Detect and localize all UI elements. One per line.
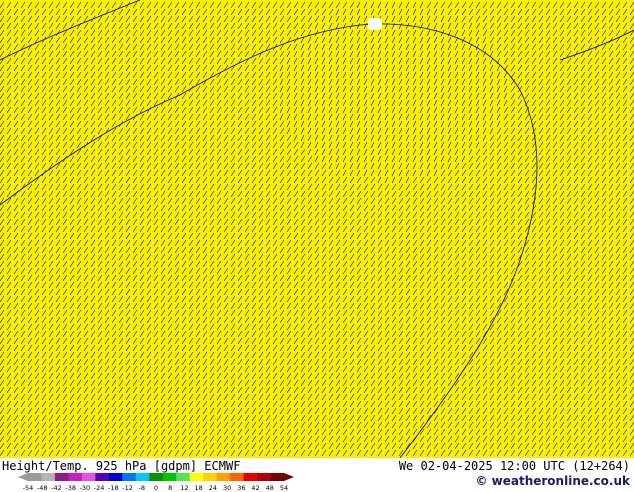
map-title: Height/Temp. 925 hPa [gdpm] ECMWF	[2, 459, 241, 473]
colorbar-segment	[135, 473, 150, 481]
colorbar-tick-label: 8	[168, 484, 173, 492]
colorbar-tick-label: 30	[222, 484, 232, 492]
colorbar-tick-label: -54	[22, 484, 34, 492]
colorbar-segment	[216, 473, 231, 481]
colorbar	[18, 473, 294, 481]
colorbar-segment	[68, 473, 83, 481]
colorbar-tick-label: 54	[279, 484, 289, 492]
colorbar-tick-label: 12	[180, 484, 189, 492]
credit-link[interactable]: © weatheronline.co.uk	[475, 474, 630, 488]
map-footer: Height/Temp. 925 hPa [gdpm] ECMWF We 02-…	[0, 458, 634, 492]
colorbar-tick-label: -18	[108, 484, 119, 492]
colorbar-tick-label: -30	[79, 484, 91, 492]
colorbar-segment	[122, 473, 137, 481]
colorbar-tick-label: 18	[194, 484, 203, 492]
colorbar-tick-label: -42	[51, 484, 62, 492]
colorbar-segment	[243, 473, 258, 481]
low-pressure-marker	[368, 18, 382, 30]
colorbar-segment	[108, 473, 123, 481]
colorbar-tick-label: 48	[265, 484, 274, 492]
colorbar-tick-label: 24	[208, 484, 218, 492]
colorbar-segment	[81, 473, 96, 481]
colorbar-tick-label: -38	[65, 484, 76, 492]
colorbar-segment	[270, 473, 285, 481]
colorbar-tick-label: 36	[237, 484, 246, 492]
colorbar-segment	[54, 473, 69, 481]
map-canvas	[0, 0, 634, 458]
colorbar-segment	[95, 473, 110, 481]
colorbar-tick-label: -48	[36, 484, 48, 492]
valid-time: We 02-04-2025 12:00 UTC (12+264)	[398, 459, 630, 473]
colorbar-arrow-right	[284, 473, 294, 481]
colorbar-segment	[230, 473, 245, 481]
colorbar-arrow-left	[18, 473, 28, 481]
weather-map	[0, 0, 634, 458]
colorbar-tick-label: -8	[138, 484, 146, 492]
colorbar-segment	[176, 473, 191, 481]
colorbar-tick-label: -24	[93, 484, 105, 492]
colorbar-segment	[257, 473, 272, 481]
colorbar-segment	[149, 473, 164, 481]
colorbar-tick-label: 0	[153, 484, 159, 492]
colorbar-segment	[162, 473, 177, 481]
colorbar-segment	[189, 473, 204, 481]
colorbar-segment	[28, 473, 42, 481]
colorbar-tick-label: 42	[251, 484, 260, 492]
colorbar-ticks: -54 -48 -42 -38 -30 -24 -18 -12 -8 0 8 12 18 24 30 36 42…	[22, 484, 292, 492]
colorbar-segment	[203, 473, 218, 481]
colorbar-tick-label: -12	[122, 484, 133, 492]
colorbar-segment	[41, 473, 56, 481]
